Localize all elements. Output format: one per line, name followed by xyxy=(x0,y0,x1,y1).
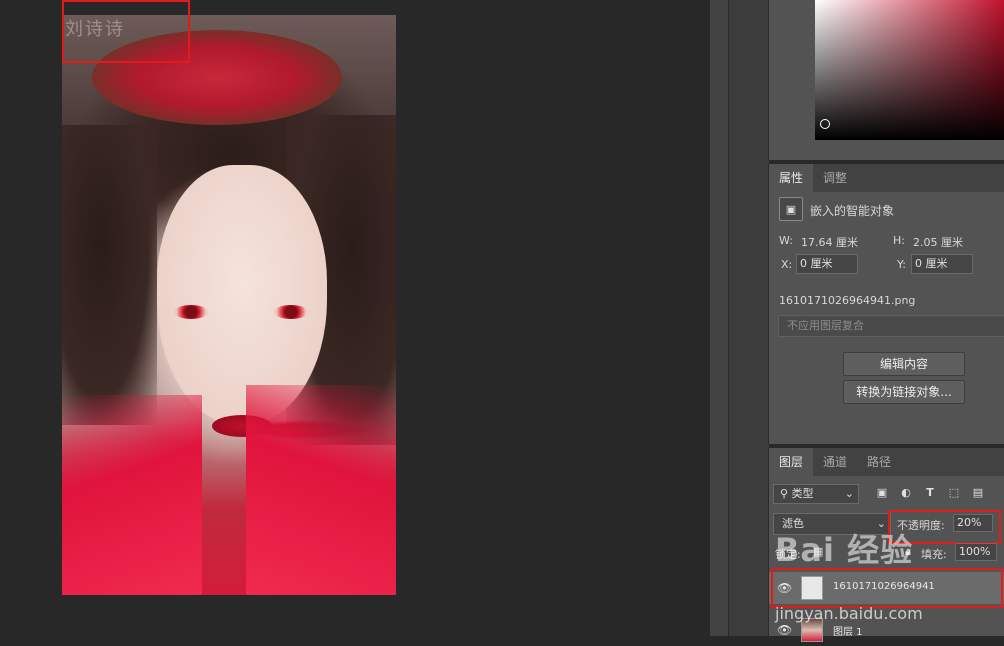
eye-icon[interactable]: 👁︎ xyxy=(777,581,792,595)
chevron-down-icon: ⌄ xyxy=(844,487,854,500)
baidu-jingyan-url: jingyan.baidu.com xyxy=(775,604,923,623)
properties-panel: 属性 调整 ▣ 嵌入的智能对象 W: 17.64 厘米 H: 2.05 厘米 X… xyxy=(768,164,1004,444)
adjustment-filter-icon[interactable]: ◐ xyxy=(899,486,913,500)
smart-object-icon: ▣ xyxy=(779,197,803,221)
height-value[interactable]: 2.05 厘米 xyxy=(913,234,963,250)
color-panel xyxy=(768,0,1004,160)
filter-select-value: 类型 xyxy=(791,487,814,500)
layer-comp-select[interactable]: 不应用图层复合 xyxy=(778,315,1004,337)
width-value[interactable]: 17.64 厘米 xyxy=(801,234,858,250)
type-filter-icon[interactable]: T xyxy=(923,486,937,500)
hair-left xyxy=(62,125,157,425)
tab-paths[interactable]: 路径 xyxy=(857,448,901,476)
layers-tabs: 图层 通道 路径 xyxy=(769,448,1004,476)
left-eye xyxy=(174,305,208,319)
panel-collapsed-column xyxy=(728,0,769,636)
smart-object-thumbnail xyxy=(801,576,823,600)
hairpiece xyxy=(92,30,342,125)
x-position-field[interactable]: 0 厘米 xyxy=(796,254,858,274)
fill-field[interactable]: 100% xyxy=(955,543,997,561)
eye-icon[interactable]: 👁︎ xyxy=(777,623,792,637)
tab-adjustments[interactable]: 调整 xyxy=(813,164,857,192)
x-label: X: xyxy=(781,258,793,271)
layer-name: 1610171026964941 xyxy=(833,581,935,592)
layer-filter-select[interactable]: ⚲ 类型 ⌄ xyxy=(773,484,859,504)
document-canvas[interactable]: 刘诗诗 xyxy=(0,0,710,636)
tab-layers[interactable]: 图层 xyxy=(769,448,814,476)
linked-filename: 1610171026964941.png xyxy=(779,294,916,307)
smart-object-filter-icon[interactable]: ▤ xyxy=(971,486,985,500)
red-scarf-left xyxy=(62,395,202,595)
red-scarf-right xyxy=(246,385,396,595)
tab-properties[interactable]: 属性 xyxy=(769,164,814,192)
panel-dock-strip xyxy=(710,0,728,636)
shape-filter-icon[interactable]: ⬚ xyxy=(947,486,961,500)
baidu-jingyan-watermark: Bai 经验 xyxy=(775,531,914,569)
portrait-image xyxy=(62,15,396,595)
properties-tabs: 属性 调整 xyxy=(769,164,1004,192)
search-icon: ⚲ xyxy=(780,487,789,500)
layer-row[interactable]: 👁︎ 1610171026964941 xyxy=(769,572,1004,604)
y-label: Y: xyxy=(897,258,906,271)
opacity-field[interactable]: 20% xyxy=(953,514,993,532)
height-label: H: xyxy=(893,234,905,247)
fill-label: 填充: xyxy=(921,548,947,561)
image-filter-icon[interactable]: ▣ xyxy=(875,486,889,500)
color-picker-cursor[interactable] xyxy=(820,119,830,129)
right-eye xyxy=(274,305,308,319)
edit-contents-button[interactable]: 编辑内容 xyxy=(843,352,965,376)
color-saturation-field[interactable] xyxy=(815,0,1004,140)
convert-to-linked-button[interactable]: 转换为链接对象... xyxy=(843,380,965,404)
tab-channels[interactable]: 通道 xyxy=(813,448,857,476)
object-type-label: 嵌入的智能对象 xyxy=(810,204,895,218)
text-watermark-layer: 刘诗诗 xyxy=(65,19,125,40)
width-label: W: xyxy=(779,234,793,247)
y-position-field[interactable]: 0 厘米 xyxy=(911,254,973,274)
